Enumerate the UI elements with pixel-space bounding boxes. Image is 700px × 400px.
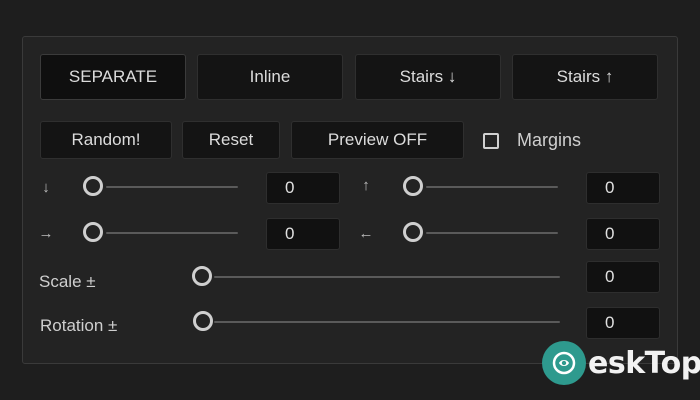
reset-button[interactable]: Reset <box>182 121 280 159</box>
scale-slider-track[interactable] <box>214 276 560 278</box>
arrow-left-icon: ← <box>358 225 374 242</box>
separate-button[interactable]: SEPARATE <box>40 54 186 100</box>
scale-slider-handle[interactable] <box>192 266 212 286</box>
preview-toggle-button[interactable]: Preview OFF <box>291 121 464 159</box>
right-slider-track[interactable] <box>106 232 238 234</box>
random-button[interactable]: Random! <box>40 121 172 159</box>
margins-checkbox[interactable] <box>483 132 499 149</box>
left-slider-track[interactable] <box>426 232 558 234</box>
right-value-field[interactable]: 0 <box>266 218 340 250</box>
arrow-right-icon: → <box>38 225 54 242</box>
up-slider-track[interactable] <box>426 186 558 188</box>
scale-value-field[interactable]: 0 <box>586 261 660 293</box>
stairs-up-button[interactable]: Stairs ↑ <box>512 54 658 100</box>
down-value-field[interactable]: 0 <box>266 172 340 204</box>
watermark-logo-icon <box>542 341 586 385</box>
watermark: eskTop <box>542 340 700 386</box>
down-slider-handle[interactable] <box>83 176 103 196</box>
rotation-value-field[interactable]: 0 <box>586 307 660 339</box>
left-value-field[interactable]: 0 <box>586 218 660 250</box>
arrow-down-icon: ↓ <box>42 179 50 196</box>
watermark-text: eskTop <box>588 345 700 381</box>
stairs-down-button[interactable]: Stairs ↓ <box>355 54 501 100</box>
scale-label: Scale ± <box>39 272 96 291</box>
inline-button[interactable]: Inline <box>197 54 343 100</box>
left-slider-handle[interactable] <box>403 222 423 242</box>
up-value-field[interactable]: 0 <box>586 172 660 204</box>
arrow-up-icon: ↑ <box>362 177 370 194</box>
rotation-slider-handle[interactable] <box>193 311 213 331</box>
margins-toggle[interactable]: Margins <box>483 130 581 151</box>
up-slider-handle[interactable] <box>403 176 423 196</box>
margins-label: Margins <box>517 130 582 150</box>
down-slider-track[interactable] <box>106 186 238 188</box>
rotation-slider-track[interactable] <box>214 321 560 323</box>
rotation-label: Rotation ± <box>40 316 118 335</box>
right-slider-handle[interactable] <box>83 222 103 242</box>
